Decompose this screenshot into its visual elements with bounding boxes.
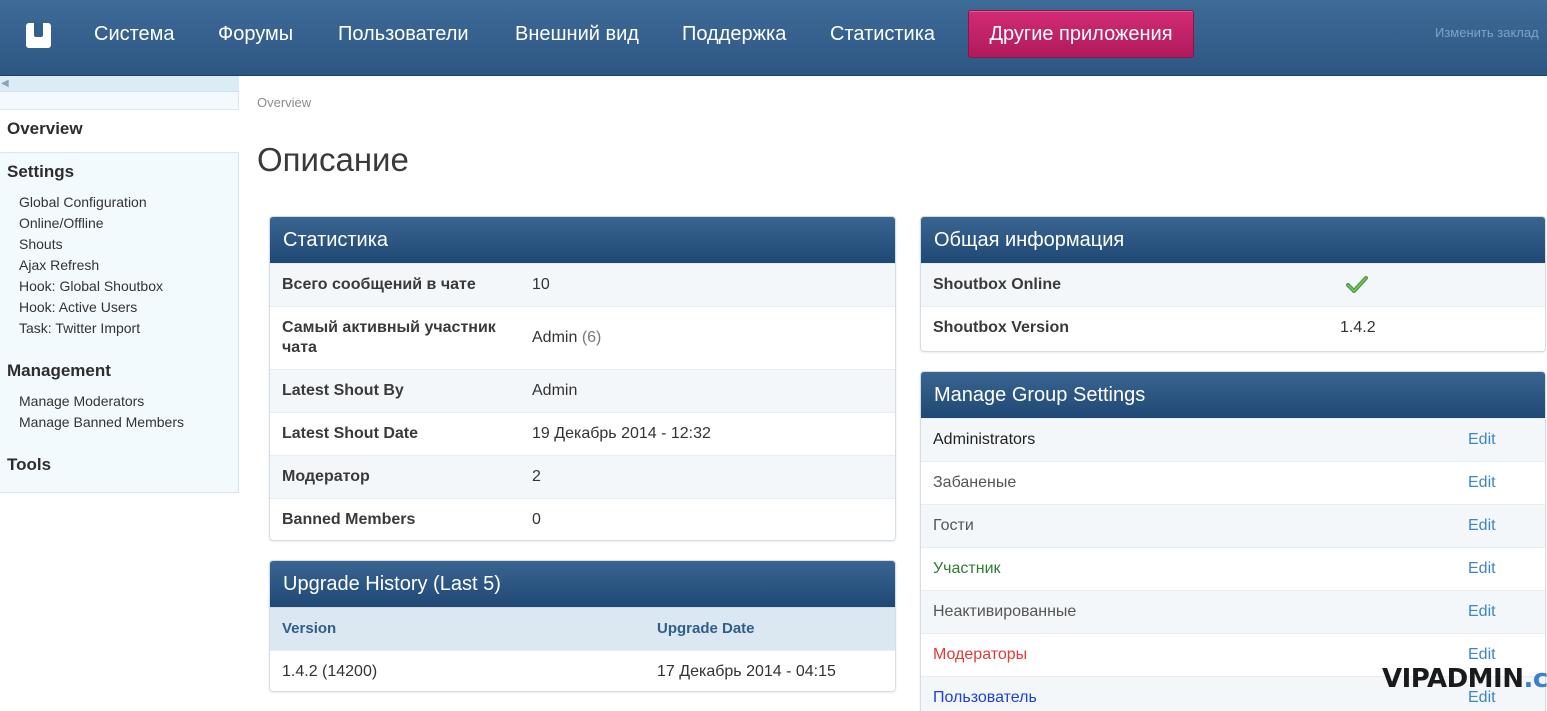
sidebar: ◀ Overview Settings Global Configuration…: [0, 76, 239, 493]
stat-row: Banned Members 0: [270, 498, 895, 540]
group-settings-panel: Manage Group Settings Administrators Edit…: [920, 371, 1546, 711]
info-label: Shoutbox Version: [933, 319, 1070, 336]
info-label: Shoutbox Online: [933, 276, 1061, 293]
group-edit-link[interactable]: Edit: [1468, 548, 1496, 590]
group-edit-link[interactable]: Edit: [1468, 591, 1496, 633]
most-active-count: (6): [581, 329, 602, 346]
shoutbox-version-value: 1.4.2: [1340, 319, 1376, 336]
group-row: Неактивированные Edit: [921, 590, 1545, 633]
sidebar-link-hook-global-shoutbox[interactable]: Hook: Global Shoutbox: [19, 278, 163, 295]
column-header-version: Version: [282, 620, 337, 637]
stat-value: 10: [532, 276, 550, 293]
group-row: Гости Edit: [921, 504, 1545, 547]
most-active-user[interactable]: Admin: [532, 329, 577, 346]
column-header-upgrade-date: Upgrade Date: [657, 620, 755, 637]
stat-label: Самый активный участник чата: [282, 319, 496, 356]
collapse-arrow-icon[interactable]: ◀: [1, 79, 9, 89]
group-name: Участник: [933, 560, 1001, 577]
logo-icon[interactable]: [26, 23, 51, 48]
sidebar-link-manage-moderators[interactable]: Manage Moderators: [19, 393, 144, 410]
stat-value: 0: [532, 511, 541, 528]
sidebar-heading-tools: Tools: [7, 455, 52, 474]
breadcrumb[interactable]: Overview: [257, 95, 311, 110]
stat-row: Самый активный участник чата Admin (6): [270, 306, 895, 369]
general-info-panel: Общая информация Shoutbox Online Shoutbo…: [920, 216, 1546, 352]
edit-bookmarks-link[interactable]: Изменить заклад: [1435, 25, 1547, 40]
nav-system[interactable]: Система: [94, 22, 175, 46]
stat-label: Banned Members: [282, 511, 416, 528]
check-icon: [1346, 276, 1368, 293]
sidebar-link-task-twitter-import[interactable]: Task: Twitter Import: [19, 320, 140, 337]
general-info-title: Общая информация: [921, 217, 1545, 263]
sidebar-collapse-bar[interactable]: ◀: [0, 76, 239, 92]
group-name: Administrators: [933, 431, 1036, 448]
sidebar-link-online-offline[interactable]: Online/Offline: [19, 215, 104, 232]
nav-forums[interactable]: Форумы: [218, 22, 293, 46]
group-name: Модераторы: [933, 646, 1028, 663]
stat-row: Модератор 2: [270, 455, 895, 498]
info-row: Shoutbox Online: [921, 263, 1545, 306]
group-edit-link[interactable]: Edit: [1468, 419, 1496, 461]
nav-statistics[interactable]: Статистика: [830, 22, 935, 46]
sidebar-heading-management: Management: [7, 361, 111, 380]
nav-appearance[interactable]: Внешний вид: [515, 22, 639, 46]
upgrade-history-panel: Upgrade History (Last 5) Version Upgrade…: [269, 560, 896, 692]
nav-other-apps-button[interactable]: Другие приложения: [968, 10, 1194, 58]
statistics-panel-title: Статистика: [270, 217, 895, 263]
stat-label: Всего сообщений в чате: [282, 276, 476, 293]
group-name: Пользователь: [933, 689, 1037, 706]
stat-row: Latest Shout By Admin: [270, 369, 895, 412]
watermark-logo: VIPADMIN.club: [1382, 664, 1547, 694]
watermark-part1: VIPADMIN: [1382, 664, 1524, 694]
sidebar-link-ajax-refresh[interactable]: Ajax Refresh: [19, 257, 99, 274]
statistics-panel: Статистика Всего сообщений в чате 10 Сам…: [269, 216, 896, 541]
info-row: Shoutbox Version 1.4.2: [921, 306, 1545, 349]
stat-label: Latest Shout By: [282, 382, 404, 399]
top-navigation: Система Форумы Пользователи Внешний вид …: [0, 0, 1547, 76]
group-settings-title: Manage Group Settings: [921, 372, 1545, 418]
stat-value: 19 Декабрь 2014 - 12:32: [532, 425, 711, 442]
sidebar-link-global-configuration[interactable]: Global Configuration: [19, 194, 147, 211]
page-title: Описание: [257, 141, 409, 178]
sidebar-link-hook-active-users[interactable]: Hook: Active Users: [19, 299, 137, 316]
stat-value: Admin (6): [532, 307, 601, 369]
sidebar-item-overview[interactable]: Overview: [0, 109, 239, 153]
upgrade-date: 17 Декабрь 2014 - 04:15: [657, 663, 836, 680]
group-edit-link[interactable]: Edit: [1468, 462, 1496, 504]
watermark-part2: .club: [1523, 664, 1547, 694]
stat-row: Latest Shout Date 19 Декабрь 2014 - 12:3…: [270, 412, 895, 455]
upgrade-table-header: Version Upgrade Date: [270, 607, 895, 650]
group-row: Administrators Edit: [921, 418, 1545, 461]
sidebar-link-shouts[interactable]: Shouts: [19, 236, 63, 253]
nav-support[interactable]: Поддержка: [682, 22, 786, 46]
group-name: Забаненые: [933, 474, 1017, 491]
upgrade-version: 1.4.2 (14200): [282, 663, 378, 680]
group-name: Гости: [933, 517, 974, 534]
nav-users[interactable]: Пользователи: [338, 22, 469, 46]
sidebar-overview-label[interactable]: Overview: [7, 119, 83, 139]
sidebar-heading-settings: Settings: [7, 162, 75, 181]
group-row: Участник Edit: [921, 547, 1545, 590]
stat-value: 2: [532, 468, 541, 485]
stat-label: Latest Shout Date: [282, 425, 419, 442]
table-row: 1.4.2 (14200) 17 Декабрь 2014 - 04:15: [270, 650, 895, 691]
group-edit-link[interactable]: Edit: [1468, 505, 1496, 547]
group-name: Неактивированные: [933, 603, 1077, 620]
stat-row: Всего сообщений в чате 10: [270, 263, 895, 306]
upgrade-history-title: Upgrade History (Last 5): [270, 561, 895, 607]
stat-label: Модератор: [282, 468, 370, 485]
group-row: Забаненые Edit: [921, 461, 1545, 504]
stat-value[interactable]: Admin: [532, 370, 577, 412]
sidebar-link-manage-banned-members[interactable]: Manage Banned Members: [19, 414, 184, 431]
